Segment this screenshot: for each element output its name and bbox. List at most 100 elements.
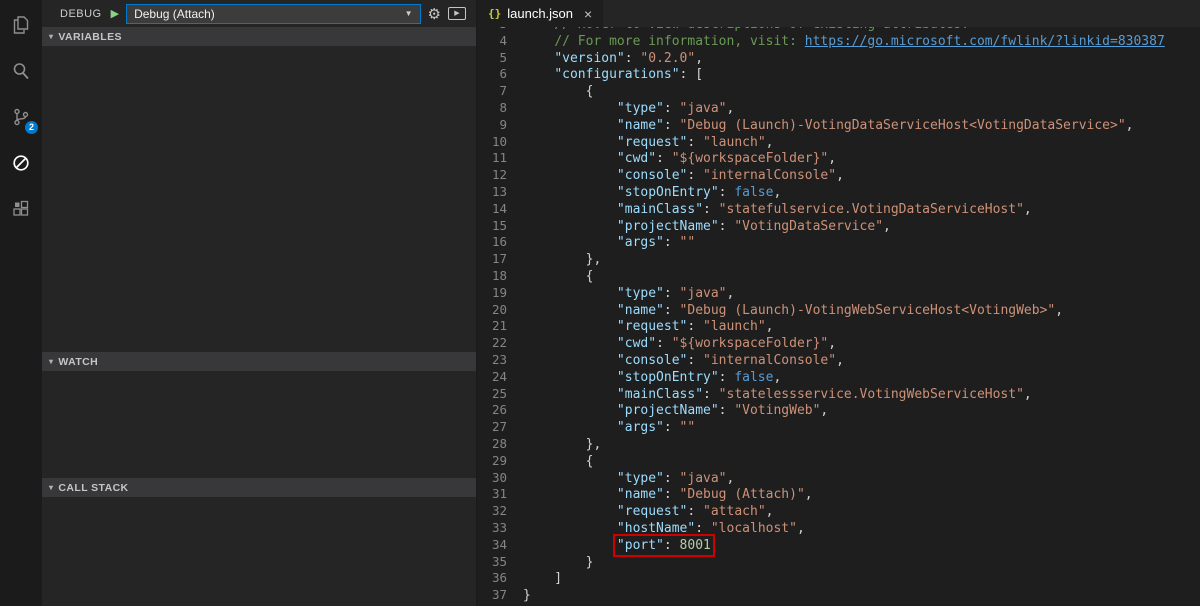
code-line[interactable]: 11 "cwd": "${workspaceFolder}",	[477, 150, 1200, 167]
code-token: "request"	[617, 319, 687, 334]
code-token: 8001	[680, 538, 711, 553]
code-line[interactable]: 35 }	[477, 554, 1200, 571]
code-line[interactable]: 8 "type": "java",	[477, 100, 1200, 117]
code-token: :	[664, 420, 680, 435]
activity-item-explorer[interactable]	[0, 2, 42, 48]
code-line[interactable]: 21 "request": "launch",	[477, 318, 1200, 335]
code-line[interactable]: 20 "name": "Debug (Launch)-VotingWebServ…	[477, 302, 1200, 319]
code-token	[523, 538, 617, 553]
code-token: },	[523, 437, 601, 452]
code-token: // Hover to view descriptions of existin…	[554, 27, 969, 32]
code-line[interactable]: 22 "cwd": "${workspaceFolder}",	[477, 335, 1200, 352]
line-number: 12	[477, 167, 523, 184]
debug-config-dropdown[interactable]: Debug (Attach) ▼	[126, 4, 420, 24]
code-line[interactable]: 29 {	[477, 453, 1200, 470]
watch-section: ▾ WATCH	[42, 352, 476, 478]
configure-gear-icon[interactable]: ⚙	[428, 5, 441, 23]
activity-item-extensions[interactable]	[0, 186, 42, 232]
code-line[interactable]: 14 "mainClass": "statefulservice.VotingD…	[477, 201, 1200, 218]
line-number: 31	[477, 486, 523, 503]
line-number: 11	[477, 150, 523, 167]
code-token: "mainClass"	[617, 387, 703, 402]
code-token: : [	[680, 67, 703, 82]
code-token: "launch"	[703, 319, 766, 334]
code-line[interactable]: 17 },	[477, 251, 1200, 268]
variables-section-header[interactable]: ▾ VARIABLES	[42, 27, 476, 46]
code-line[interactable]: 5 "version": "0.2.0",	[477, 50, 1200, 67]
code-line[interactable]: 15 "projectName": "VotingDataService",	[477, 218, 1200, 235]
code-token: :	[687, 168, 703, 183]
code-line[interactable]: 37}	[477, 587, 1200, 604]
code-token	[523, 286, 617, 301]
code-token: ,	[805, 487, 813, 502]
code-token: "version"	[554, 51, 624, 66]
code-line[interactable]: 7 {	[477, 83, 1200, 100]
code-token: ,	[727, 286, 735, 301]
code-token: "type"	[617, 471, 664, 486]
code-line[interactable]: 10 "request": "launch",	[477, 134, 1200, 151]
code-line[interactable]: 19 "type": "java",	[477, 285, 1200, 302]
code-token	[523, 504, 617, 519]
code-line[interactable]: 18 {	[477, 268, 1200, 285]
code-token	[523, 27, 554, 32]
line-number: 7	[477, 83, 523, 100]
call-stack-section-header[interactable]: ▾ CALL STACK	[42, 478, 476, 497]
code-line[interactable]: 16 "args": ""	[477, 234, 1200, 251]
section-chevron-icon: ▾	[49, 483, 53, 492]
code-line[interactable]: 12 "console": "internalConsole",	[477, 167, 1200, 184]
code-line[interactable]: 24 "stopOnEntry": false,	[477, 369, 1200, 386]
debug-console-icon[interactable]: ▶	[448, 7, 466, 20]
code-token	[523, 202, 617, 217]
code-token	[523, 67, 554, 82]
code-token: "java"	[680, 101, 727, 116]
code-token: :	[719, 370, 735, 385]
code-line[interactable]: 26 "projectName": "VotingWeb",	[477, 402, 1200, 419]
code-token: },	[523, 252, 601, 267]
code-token: :	[703, 387, 719, 402]
code-line[interactable]: 32 "request": "attach",	[477, 503, 1200, 520]
tab-launch-json[interactable]: {} launch.json ×	[477, 0, 604, 27]
code-token: ,	[836, 168, 844, 183]
chevron-down-icon: ▼	[405, 9, 413, 18]
code-token: :	[664, 303, 680, 318]
code-line[interactable]: 9 "name": "Debug (Launch)-VotingDataServ…	[477, 117, 1200, 134]
code-token	[523, 303, 617, 318]
code-line[interactable]: 31 "name": "Debug (Attach)",	[477, 486, 1200, 503]
activity-item-debug[interactable]	[0, 140, 42, 186]
activity-item-search[interactable]	[0, 48, 42, 94]
code-token: "Debug (Attach)"	[680, 487, 805, 502]
code-token	[523, 219, 617, 234]
line-number: 22	[477, 335, 523, 352]
code-line[interactable]: 33 "hostName": "localhost",	[477, 520, 1200, 537]
close-tab-icon[interactable]: ×	[584, 6, 592, 22]
code-line[interactable]: 6 "configurations": [	[477, 66, 1200, 83]
watch-section-body	[42, 371, 476, 478]
code-token	[523, 319, 617, 334]
code-token: ,	[695, 51, 703, 66]
watch-section-header[interactable]: ▾ WATCH	[42, 352, 476, 371]
code-line[interactable]: 4 // For more information, visit: https:…	[477, 33, 1200, 50]
code-line[interactable]: 13 "stopOnEntry": false,	[477, 184, 1200, 201]
activity-item-source-control[interactable]: 2	[0, 94, 42, 140]
activity-bar: 2	[0, 0, 42, 606]
code-token: "configurations"	[554, 67, 679, 82]
code-token: "VotingDataService"	[734, 219, 883, 234]
code-line[interactable]: 34 "port": 8001	[477, 537, 1200, 554]
code-editor[interactable]: 3 // Hover to view descriptions of exist…	[477, 27, 1200, 606]
start-debugging-button[interactable]: ▶	[111, 7, 119, 20]
code-token: {	[523, 454, 593, 469]
code-line[interactable]: 27 "args": ""	[477, 419, 1200, 436]
code-token: "args"	[617, 420, 664, 435]
code-line[interactable]: 30 "type": "java",	[477, 470, 1200, 487]
code-line[interactable]: 23 "console": "internalConsole",	[477, 352, 1200, 369]
variables-section-label: VARIABLES	[58, 31, 122, 43]
call-stack-section-label: CALL STACK	[58, 482, 128, 494]
code-token	[523, 487, 617, 502]
code-token	[523, 101, 617, 116]
code-token	[523, 118, 617, 133]
code-line[interactable]: 36 ]	[477, 570, 1200, 587]
debug-icon	[10, 152, 32, 174]
code-token: :	[687, 353, 703, 368]
code-line[interactable]: 25 "mainClass": "statelessservice.Voting…	[477, 386, 1200, 403]
code-line[interactable]: 28 },	[477, 436, 1200, 453]
